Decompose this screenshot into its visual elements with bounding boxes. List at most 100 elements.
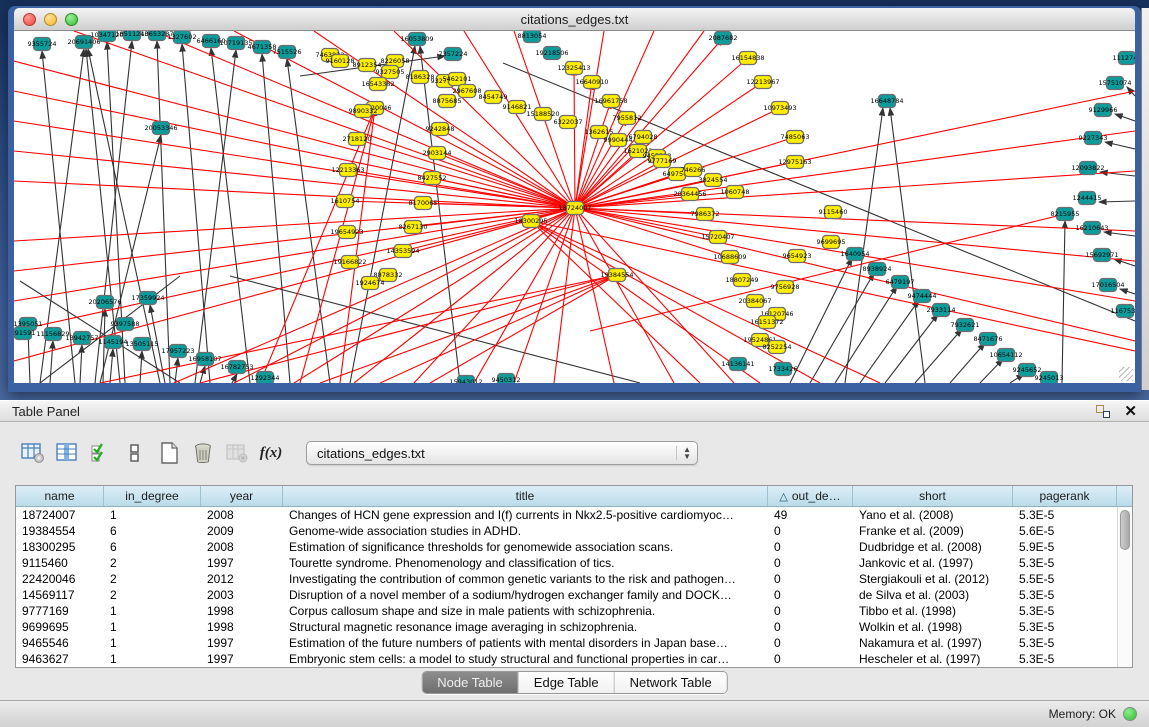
graph-node-9450312[interactable]: 9450312 (492, 374, 521, 384)
graph-node-9245013[interactable]: 9245013 (1035, 372, 1064, 384)
graph-node-8215955[interactable]: 8215955 (1051, 208, 1080, 221)
graph-node-9474444[interactable]: 9474444 (908, 290, 937, 303)
import-table-icon[interactable] (222, 439, 252, 467)
column-header-year[interactable]: year (201, 486, 283, 506)
table-row[interactable]: 2242004622012Investigating the contribut… (16, 571, 1117, 587)
table-mode-icon[interactable] (18, 439, 48, 467)
graph-node-8471676[interactable]: 8471676 (974, 333, 1003, 346)
table-selector-dropdown[interactable]: citations_edges.txt ▲▼ (306, 441, 698, 465)
minimize-window-button[interactable] (44, 13, 57, 26)
graph-node-9654923[interactable]: 9654923 (783, 250, 812, 263)
graph-node-1327602[interactable]: 1327602 (168, 31, 197, 44)
graph-node-13505115[interactable]: 13505115 (125, 338, 158, 351)
graph-node-746266[interactable]: 746266 (681, 164, 706, 177)
close-panel-icon[interactable]: ✕ (1124, 404, 1137, 419)
graph-node-7357224[interactable]: 7357224 (439, 48, 468, 61)
graph-node-8252254[interactable]: 8252254 (763, 341, 792, 354)
resize-grip-icon[interactable] (1119, 367, 1133, 381)
graph-node-9227343[interactable]: 9227343 (1079, 132, 1108, 145)
graph-node-9327505[interactable]: 9327505 (376, 66, 405, 79)
graph-node-2933114[interactable]: 2933114 (927, 304, 956, 317)
graph-node-2087682[interactable]: 2087682 (709, 32, 738, 45)
graph-node-15720407[interactable]: 15720407 (701, 231, 734, 244)
graph-node-16053809[interactable]: 16053809 (400, 33, 433, 46)
table-row[interactable]: 1938455462009Genome-wide association stu… (16, 523, 1117, 539)
graph-node-2718120[interactable]: 2718120 (343, 133, 372, 146)
graph-node-9699695[interactable]: 9699695 (817, 236, 846, 249)
graph-node-14353594[interactable]: 14353594 (386, 245, 419, 258)
graph-node-16151372[interactable]: 16151372 (750, 316, 783, 329)
function-builder-icon[interactable]: f(x) (256, 439, 286, 467)
graph-node-8938924[interactable]: 8938924 (863, 263, 892, 276)
table-row[interactable]: 1456911722003Disruption of a novel membe… (16, 587, 1117, 603)
graph-node-7485063[interactable]: 7485063 (781, 131, 810, 144)
scrollbar-thumb[interactable] (1120, 510, 1130, 550)
table-row[interactable]: 946362711997Embryonic stem cells: a mode… (16, 651, 1117, 667)
graph-node-20384067[interactable]: 20384067 (738, 295, 771, 308)
graph-node-9777169[interactable]: 9777169 (648, 155, 677, 168)
graph-node-3824554[interactable]: 3824554 (699, 174, 728, 187)
table-row[interactable]: 977716911998Corpus callosum shape and si… (16, 603, 1117, 619)
graph-node-1244415[interactable]: 1244415 (1073, 192, 1102, 205)
select-all-icon[interactable] (86, 439, 116, 467)
graph-node-2967608[interactable]: 2967608 (453, 85, 482, 98)
graph-node-9115460[interactable]: 9115460 (819, 206, 848, 219)
graph-node-8454749[interactable]: 8454749 (479, 91, 508, 104)
column-header-out_de[interactable]: △out_de… (768, 486, 853, 506)
graph-node-8813054[interactable]: 8813054 (518, 31, 547, 43)
graph-node-20364456[interactable]: 20364456 (673, 188, 706, 201)
graph-node-9990444[interactable]: 9990444 (604, 134, 633, 147)
graph-node-20053346[interactable]: 20053346 (144, 122, 177, 135)
tab-network-table[interactable]: Network Table (615, 672, 727, 693)
graph-node-1292344[interactable]: 1292344 (251, 372, 280, 384)
column-header-in_degree[interactable]: in_degree (104, 486, 201, 506)
graph-node-8267130[interactable]: 8267130 (399, 221, 428, 234)
column-header-short[interactable]: short (853, 486, 1013, 506)
graph-node-6479197[interactable]: 6479197 (886, 276, 915, 289)
show-columns-icon[interactable] (52, 439, 82, 467)
graph-node-1640954[interactable]: 1640954 (841, 248, 870, 261)
network-graph[interactable]: 1872400718300295193845547463822916012889… (14, 31, 1135, 383)
graph-node-1924674[interactable]: 1924674 (356, 277, 385, 290)
graph-node-15692971[interactable]: 15692971 (1085, 249, 1118, 262)
graph-node-9160128[interactable]: 9160128 (326, 55, 355, 68)
graph-node-16210643[interactable]: 16210643 (1075, 222, 1108, 235)
table-row[interactable]: 1872400712008Changes of HCN gene express… (16, 507, 1117, 523)
graph-node-14136141[interactable]: 14136141 (721, 358, 754, 371)
graph-node-19218506[interactable]: 19218506 (535, 47, 568, 60)
table-row[interactable]: 1830029562008Estimation of significance … (16, 539, 1117, 555)
graph-node-16154838[interactable]: 16154838 (731, 52, 764, 65)
graph-node-1112745[interactable]: 1112745 (1113, 52, 1135, 65)
tab-edge-table[interactable]: Edge Table (519, 672, 615, 693)
graph-node-391591[interactable]: 391591 (14, 327, 35, 340)
graph-node-12975163[interactable]: 12975163 (778, 156, 811, 169)
vertical-scrollbar[interactable] (1117, 507, 1132, 667)
close-window-button[interactable] (23, 13, 36, 26)
graph-node-6322037[interactable]: 6322037 (554, 116, 583, 129)
graph-node-1167530[interactable]: 1167530 (1111, 305, 1135, 318)
tab-node-table[interactable]: Node Table (422, 672, 519, 693)
graph-node-9756928[interactable]: 9756928 (771, 281, 800, 294)
graph-node-9129966[interactable]: 9129966 (1089, 104, 1118, 117)
graph-node-12325413[interactable]: 12325413 (557, 62, 590, 75)
graph-node-18807249[interactable]: 18807249 (725, 274, 758, 287)
table-row[interactable]: 946554611997Estimation of the future num… (16, 635, 1117, 651)
table-row[interactable]: 969969511998Structural magnetic resonanc… (16, 619, 1117, 635)
graph-node-8170065[interactable]: 8170065 (409, 197, 438, 210)
graph-node-12093822[interactable]: 12093822 (1071, 162, 1104, 175)
column-header-title[interactable]: title (283, 486, 768, 506)
graph-node-15751074[interactable]: 15751074 (1098, 77, 1131, 90)
graph-node-17359924[interactable]: 17359924 (131, 292, 164, 305)
graph-node-20206576[interactable]: 20206576 (88, 296, 121, 309)
graph-node-1733426[interactable]: 1733426 (769, 363, 798, 376)
graph-node-7932621[interactable]: 7932621 (951, 319, 980, 332)
column-header-pagerank[interactable]: pagerank (1013, 486, 1117, 506)
graph-node-9355724[interactable]: 9355724 (28, 38, 57, 51)
graph-node-16961758[interactable]: 16961758 (594, 95, 627, 108)
delete-icon[interactable] (188, 439, 218, 467)
table-row[interactable]: 911546021997Tourette syndrome. Phenomeno… (16, 555, 1117, 571)
column-header-name[interactable]: name (16, 486, 104, 506)
graph-node-7986372[interactable]: 7986372 (691, 208, 720, 221)
graph-node-16543382[interactable]: 16543382 (361, 78, 394, 91)
network-canvas[interactable]: 1872400718300295193845547463822916012889… (14, 31, 1135, 383)
